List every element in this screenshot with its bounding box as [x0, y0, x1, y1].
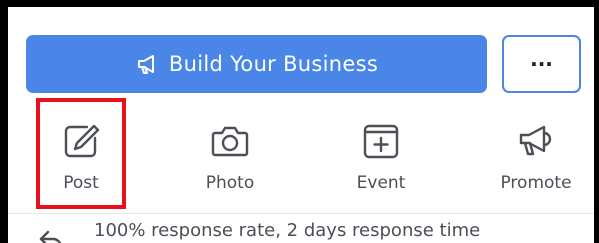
- megaphone-icon: [135, 51, 161, 77]
- response-rate-text: 100% response rate, 2 days response time: [94, 220, 481, 241]
- more-options-button[interactable]: ···: [502, 35, 581, 93]
- response-info-row: 100% response rate, 2 days response time: [38, 220, 594, 243]
- photo-action[interactable]: Photo: [175, 107, 285, 207]
- build-your-business-button[interactable]: Build Your Business: [26, 35, 487, 93]
- promote-label: Promote: [500, 173, 572, 193]
- post-action[interactable]: Post: [26, 107, 136, 207]
- megaphone-icon: [516, 121, 556, 161]
- page-panel: Build Your Business ··· Post Photo Event…: [8, 7, 594, 243]
- action-row: Post Photo Event Promote: [8, 107, 594, 207]
- event-action[interactable]: Event: [326, 107, 436, 207]
- calendar-add-icon: [361, 121, 401, 161]
- event-label: Event: [356, 173, 406, 193]
- camera-icon: [210, 121, 250, 161]
- build-button-label: Build Your Business: [168, 52, 379, 76]
- photo-label: Photo: [205, 173, 255, 193]
- post-label: Post: [63, 173, 99, 193]
- reply-icon: [38, 226, 64, 243]
- edit-icon: [61, 121, 101, 161]
- promote-action[interactable]: Promote: [481, 107, 591, 207]
- divider: [8, 213, 594, 214]
- more-dots-icon: ···: [530, 52, 553, 76]
